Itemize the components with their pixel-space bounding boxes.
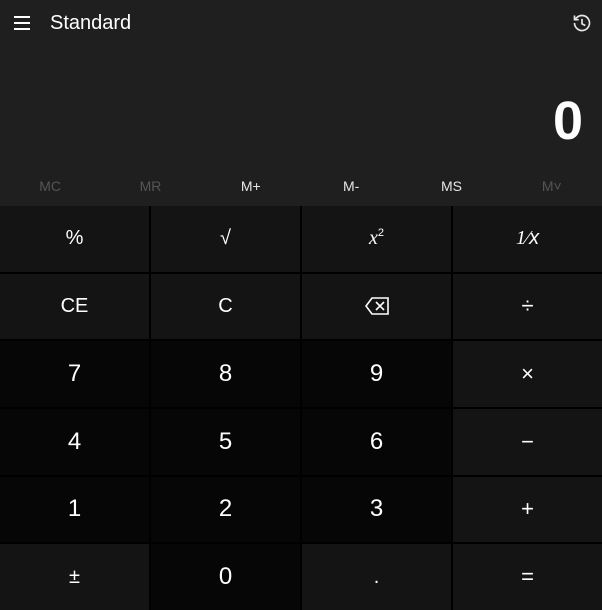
- clear-button[interactable]: C: [151, 274, 300, 340]
- display-value: 0: [553, 90, 584, 152]
- memory-add-button[interactable]: M+: [201, 166, 301, 206]
- negate-button[interactable]: ±: [0, 544, 149, 610]
- eight-button[interactable]: 8: [151, 341, 300, 407]
- display: 0: [0, 46, 602, 166]
- zero-button[interactable]: 0: [151, 544, 300, 610]
- nine-button[interactable]: 9: [302, 341, 451, 407]
- one-button[interactable]: 1: [0, 477, 149, 543]
- subtract-button[interactable]: −: [453, 409, 602, 475]
- history-icon[interactable]: [572, 13, 592, 33]
- menu-icon[interactable]: [10, 11, 34, 35]
- memory-list-button: M˅: [502, 166, 602, 206]
- memory-row: MC MR M+ M- MS M˅: [0, 166, 602, 206]
- five-button[interactable]: 5: [151, 409, 300, 475]
- mode-title: Standard: [50, 12, 131, 35]
- four-button[interactable]: 4: [0, 409, 149, 475]
- reciprocal-button[interactable]: 1⁄x: [453, 206, 602, 272]
- memory-store-button[interactable]: MS: [401, 166, 501, 206]
- keypad: % √ x2 1⁄x CE C ÷ 7 8 9 × 4 5 6 − 1 2 3 …: [0, 206, 602, 610]
- three-button[interactable]: 3: [302, 477, 451, 543]
- seven-button[interactable]: 7: [0, 341, 149, 407]
- memory-subtract-button[interactable]: M-: [301, 166, 401, 206]
- two-button[interactable]: 2: [151, 477, 300, 543]
- clear-entry-button[interactable]: CE: [0, 274, 149, 340]
- memory-clear-button: MC: [0, 166, 100, 206]
- backspace-button[interactable]: [302, 274, 451, 340]
- square-button[interactable]: x2: [302, 206, 451, 272]
- memory-recall-button: MR: [100, 166, 200, 206]
- decimal-button[interactable]: .: [302, 544, 451, 610]
- multiply-button[interactable]: ×: [453, 341, 602, 407]
- backspace-icon: [365, 297, 389, 315]
- divide-button[interactable]: ÷: [453, 274, 602, 340]
- title-bar: Standard: [0, 0, 602, 46]
- sqrt-button[interactable]: √: [151, 206, 300, 272]
- equals-button[interactable]: =: [453, 544, 602, 610]
- add-button[interactable]: +: [453, 477, 602, 543]
- percent-button[interactable]: %: [0, 206, 149, 272]
- six-button[interactable]: 6: [302, 409, 451, 475]
